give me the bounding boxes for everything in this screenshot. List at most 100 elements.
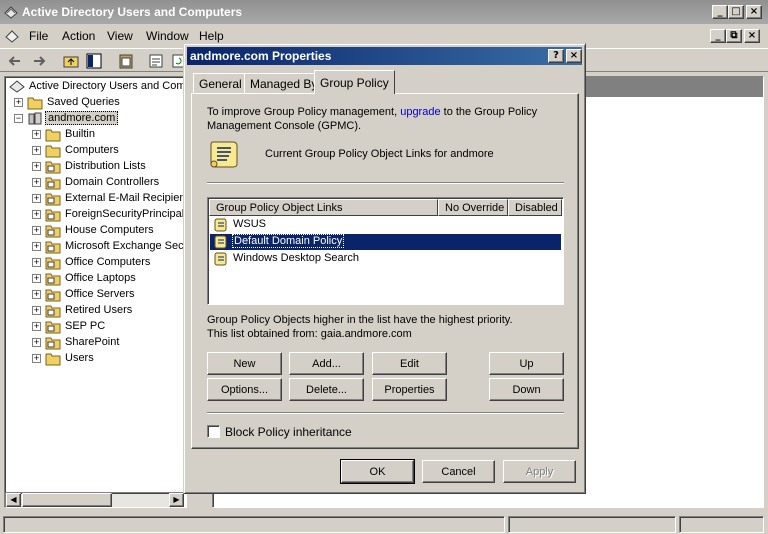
tree-item-label: ForeignSecurityPrincipal — [65, 208, 185, 220]
window-title: Active Directory Users and Computers — [22, 5, 243, 19]
apply-button[interactable]: Apply — [503, 460, 576, 483]
ou-folder-icon — [45, 273, 61, 286]
properties-button[interactable]: Properties — [372, 378, 447, 401]
dialog-title: andmore.com Properties — [190, 49, 332, 63]
column-header-links[interactable]: Group Policy Object Links — [209, 199, 438, 216]
menu-action[interactable]: Action — [62, 29, 95, 43]
menu-window[interactable]: Window — [146, 29, 189, 43]
column-header-disabled[interactable]: Disabled — [508, 199, 562, 216]
scroll-thumb[interactable] — [22, 493, 112, 507]
ou-folder-icon — [45, 257, 61, 270]
tree-item-label: Domain Controllers — [65, 176, 160, 188]
gpo-row-label: WSUS — [233, 218, 266, 230]
gpo-row-windows-desktop-search[interactable]: Windows Desktop Search — [210, 251, 561, 267]
menu-view[interactable]: View — [107, 29, 133, 43]
gpmc-intro-line2: Management Console (GPMC). — [207, 120, 362, 132]
tree-root-label: Active Directory Users and Com — [29, 80, 186, 92]
dialog-close-button[interactable]: × — [566, 49, 582, 63]
main-title-bar[interactable]: Active Directory Users and Computers _ □… — [0, 0, 768, 24]
expand-toggle[interactable]: + — [32, 130, 41, 139]
tree-item-label: SharePoint — [65, 336, 120, 348]
show-tree-icon[interactable] — [85, 52, 103, 70]
up-button[interactable]: Up — [489, 352, 564, 375]
expand-toggle[interactable]: + — [32, 146, 41, 155]
expand-toggle[interactable]: + — [32, 274, 41, 283]
tree-item-label: Users — [65, 352, 94, 364]
tab-group-policy[interactable]: Group Policy — [314, 70, 395, 94]
expand-toggle[interactable]: + — [32, 178, 41, 187]
tree-pane[interactable]: Active Directory Users and Com + Saved Qu… — [4, 76, 187, 508]
dialog-title-bar[interactable]: andmore.com Properties ? × — [187, 47, 582, 65]
ou-folder-icon — [45, 337, 61, 350]
group-policy-scroll-icon — [210, 141, 238, 168]
domain-icon — [28, 112, 42, 125]
clipboard-icon[interactable] — [117, 52, 135, 70]
column-header-no-override[interactable]: No Override — [438, 199, 508, 216]
minimize-button[interactable]: _ — [712, 5, 728, 19]
ou-folder-icon — [45, 289, 61, 302]
mdi-close-button[interactable]: × — [744, 29, 760, 43]
help-button[interactable]: ? — [548, 49, 564, 63]
gpo-row-label: Windows Desktop Search — [233, 252, 359, 264]
tree-horizontal-scrollbar[interactable]: ◀ ▶ — [5, 492, 185, 508]
tree-item-label: Microsoft Exchange Sec — [65, 240, 184, 252]
expand-toggle[interactable]: + — [14, 98, 23, 107]
ou-folder-icon — [45, 321, 61, 334]
close-button[interactable]: × — [746, 5, 762, 19]
new-button[interactable]: New — [207, 352, 282, 375]
menu-help[interactable]: Help — [199, 29, 224, 43]
expand-toggle[interactable]: + — [32, 162, 41, 171]
expand-toggle[interactable]: + — [32, 306, 41, 315]
expand-toggle[interactable]: + — [32, 354, 41, 363]
upgrade-link[interactable]: upgrade — [400, 106, 440, 118]
status-cell-3 — [679, 516, 764, 533]
expand-toggle[interactable]: + — [32, 290, 41, 299]
edit-button[interactable]: Edit — [372, 352, 447, 375]
back-arrow-icon[interactable] — [6, 52, 24, 70]
tree-item-label: Office Computers — [65, 256, 151, 268]
options-button[interactable]: Options... — [207, 378, 282, 401]
tab-managed-by[interactable]: Managed By — [244, 73, 324, 93]
expand-toggle[interactable]: + — [32, 242, 41, 251]
expand-toggle[interactable]: + — [32, 194, 41, 203]
ok-button[interactable]: OK — [340, 459, 415, 484]
maximize-button[interactable]: □ — [728, 5, 744, 19]
folder-icon — [45, 129, 61, 142]
block-inheritance-label[interactable]: Block Policy inheritance — [225, 425, 352, 439]
expand-toggle[interactable]: + — [32, 210, 41, 219]
up-folder-icon[interactable] — [62, 52, 80, 70]
add-button[interactable]: Add... — [289, 352, 364, 375]
tree-item-label: Distribution Lists — [65, 160, 146, 172]
gpo-links-list[interactable]: Group Policy Object Links No Override Di… — [207, 197, 564, 305]
gpmc-intro: To improve Group Policy management, upgr… — [207, 106, 537, 118]
expand-toggle[interactable]: + — [32, 226, 41, 235]
block-inheritance-checkbox[interactable] — [207, 425, 220, 438]
properties-icon[interactable] — [147, 52, 165, 70]
cancel-button[interactable]: Cancel — [422, 460, 495, 483]
expand-toggle[interactable]: + — [32, 322, 41, 331]
separator-bottom — [207, 412, 564, 414]
delete-button[interactable]: Delete... — [289, 378, 364, 401]
scroll-right-button[interactable]: ▶ — [169, 493, 184, 507]
gpo-scroll-icon — [214, 252, 227, 266]
menu-file[interactable]: File — [29, 29, 48, 43]
tree-item-label: Office Servers — [65, 288, 135, 300]
document-icon — [5, 30, 19, 43]
ou-folder-icon — [45, 209, 61, 222]
gpo-row-default-domain-policy[interactable]: Default Domain Policy — [210, 234, 561, 250]
expand-toggle[interactable]: − — [14, 114, 23, 123]
expand-toggle[interactable]: + — [32, 258, 41, 267]
tree-item-label: Builtin — [65, 128, 95, 140]
mdi-minimize-button[interactable]: _ — [710, 29, 726, 43]
tree-item-label: SEP PC — [65, 320, 106, 332]
directory-icon — [9, 80, 25, 93]
priority-note: Group Policy Objects higher in the list … — [207, 314, 513, 326]
expand-toggle[interactable]: + — [32, 338, 41, 347]
tab-general[interactable]: General — [193, 73, 248, 93]
gpo-row-wsus[interactable]: WSUS — [210, 217, 561, 233]
down-button[interactable]: Down — [489, 378, 564, 401]
scroll-left-button[interactable]: ◀ — [6, 493, 21, 507]
forward-arrow-icon[interactable] — [30, 52, 48, 70]
mdi-restore-button[interactable]: ⧉ — [726, 29, 742, 43]
group-policy-tab-panel: To improve Group Policy management, upgr… — [191, 93, 579, 449]
